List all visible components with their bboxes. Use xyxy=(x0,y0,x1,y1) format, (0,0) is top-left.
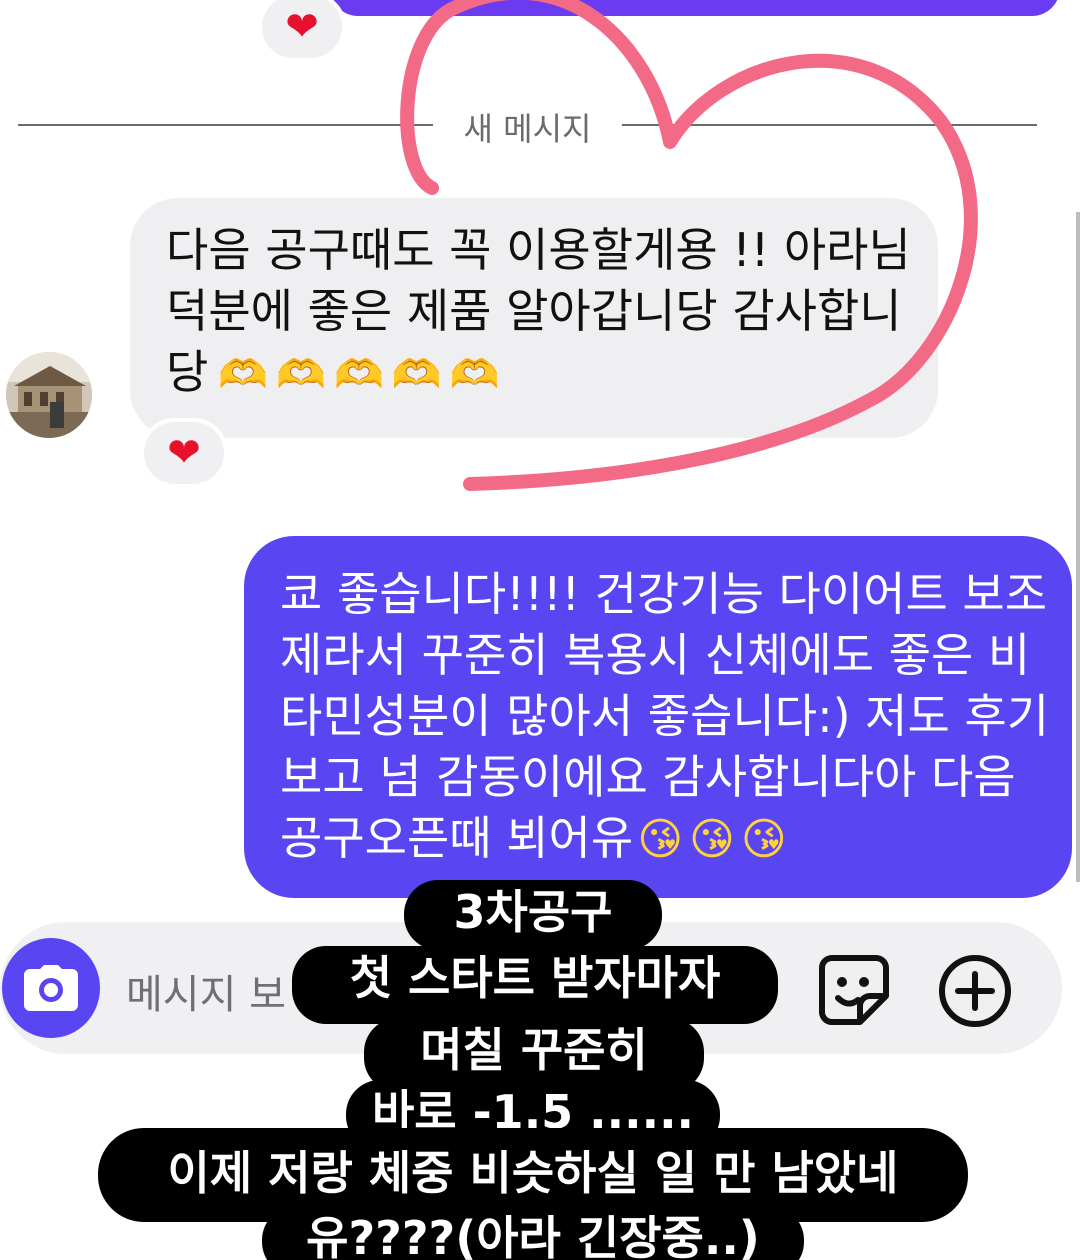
message-line: 공구오픈때 뵈어유😘😘😘 xyxy=(280,808,1042,870)
heart-icon: ❤ xyxy=(285,4,319,50)
sticker-icon xyxy=(819,955,889,1025)
message-line: 쿄 좋습니다!!!! 건강기능 다이어트 보조 xyxy=(280,567,1048,621)
outgoing-message-bubble[interactable]: 쿄 좋습니다!!!! 건강기능 다이어트 보조 제라서 꾸준히 복용시 신체에도… xyxy=(244,536,1072,898)
divider-line xyxy=(18,124,433,126)
message-line: 다음 공구때도 꼭 이용할게용 !! 아라님 xyxy=(166,223,911,277)
camera-button[interactable] xyxy=(2,938,100,1038)
plus-circle-icon xyxy=(939,955,1011,1027)
message-line: 타민성분이 많아서 좋습니다:) 저도 후기 xyxy=(280,689,1050,743)
caption-line: 이제 저랑 체중 비슷하실 일 만 남았네 xyxy=(98,1128,968,1222)
message-input[interactable]: 메시지 보 xyxy=(126,962,366,1018)
message-line: 제라서 꾸준히 복용시 신체에도 좋은 비 xyxy=(280,628,1031,682)
heart-reaction[interactable]: ❤ xyxy=(258,0,346,62)
message-line: 보고 넘 감동이에요 감사합니다아 다음 xyxy=(280,750,1016,804)
incoming-message-bubble[interactable]: 다음 공구때도 꼭 이용할게용 !! 아라님 덕분에 좋은 제품 알아갑니당 감… xyxy=(130,198,938,438)
avatar-photo xyxy=(6,352,92,438)
heart-hands-emoji: 🫶🫶🫶🫶🫶 xyxy=(218,352,508,398)
message-text: 당 xyxy=(166,345,209,399)
add-attachment-button[interactable] xyxy=(938,954,1012,1028)
new-messages-divider-label: 새 메시지 xyxy=(463,110,592,148)
caption-line: 바로 -1.5 ...... xyxy=(346,1080,720,1150)
message-line: 당 🫶🫶🫶🫶🫶 xyxy=(166,342,908,406)
heart-icon: ❤ xyxy=(167,430,201,476)
message-text: 공구오픈때 뵈어유 xyxy=(280,811,634,865)
scrollbar[interactable] xyxy=(1076,212,1080,882)
heart-reaction[interactable]: ❤ xyxy=(140,418,228,488)
avatar[interactable] xyxy=(6,352,92,438)
previous-outgoing-bubble xyxy=(330,0,1060,16)
divider-line xyxy=(622,124,1037,126)
message-line: 덕분에 좋은 제품 알아갑니당 감사합니 xyxy=(166,284,902,338)
kiss-emoji: 😘😘😘 xyxy=(637,814,793,865)
sticker-button[interactable] xyxy=(818,954,890,1026)
camera-icon xyxy=(24,965,78,1011)
caption-line: 유????(아라 긴장중..) xyxy=(262,1206,804,1260)
